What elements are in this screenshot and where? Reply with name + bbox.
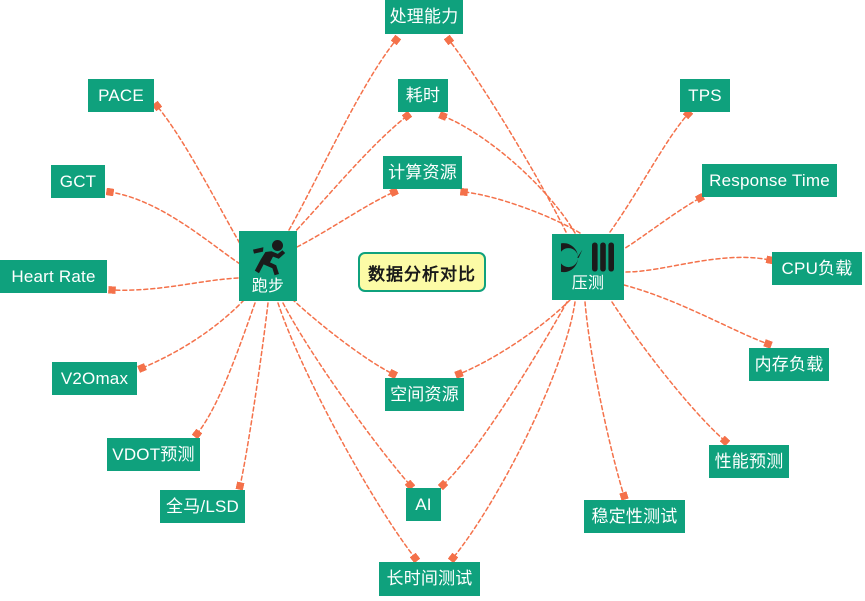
leaf-label-response-time: Response Time <box>709 170 830 190</box>
edge-running-to-throughput <box>288 34 402 231</box>
edge-stress-to-compute-res <box>459 187 581 234</box>
edge-paths <box>105 34 775 564</box>
leaf-label-heart-rate: Heart Rate <box>11 266 96 286</box>
leaf-node-long-run-test[interactable]: 长时间测试 <box>379 562 480 596</box>
center-title-box: 数据分析对比 <box>358 252 486 292</box>
hub-label-stress: 压测 <box>571 275 605 292</box>
leaf-node-marathon-lsd[interactable]: 全马/LSD <box>160 490 245 523</box>
leaf-node-cpu-load[interactable]: CPU负载 <box>772 252 862 285</box>
center-title-label: 数据分析对比 <box>368 264 476 284</box>
edge-running-to-vdot <box>191 302 256 440</box>
leaf-label-gct: GCT <box>59 171 97 191</box>
edge-stress-to-cpu-load <box>625 255 775 273</box>
leaf-node-perf-forecast[interactable]: 性能预测 <box>709 445 789 478</box>
running-person-icon <box>253 240 286 276</box>
leaf-node-vdot[interactable]: VDOT预测 <box>107 438 200 471</box>
leaf-label-pace: PACE <box>98 85 144 105</box>
hub-node-stress[interactable]: 压测 <box>552 234 624 300</box>
edge-running-to-compute-res <box>296 187 399 248</box>
leaf-label-stability-test: 稳定性测试 <box>591 506 678 526</box>
leaf-node-v2omax[interactable]: V2Omax <box>52 362 137 395</box>
leaf-label-vdot: VDOT预测 <box>112 444 195 464</box>
edge-running-to-long-run-test <box>277 302 421 564</box>
leaf-node-gct[interactable]: GCT <box>51 165 105 198</box>
leaf-node-space-res[interactable]: 空间资源 <box>385 378 464 411</box>
leaf-node-elapsed[interactable]: 耗时 <box>398 79 448 112</box>
leaf-node-throughput[interactable]: 处理能力 <box>385 0 463 34</box>
edge-stress-to-memory-load <box>623 284 773 349</box>
leaf-node-response-time[interactable]: Response Time <box>702 164 837 197</box>
gauge-meter-icon <box>561 242 614 273</box>
leaf-label-perf-forecast: 性能预测 <box>714 451 784 471</box>
leaf-node-heart-rate[interactable]: Heart Rate <box>0 260 107 293</box>
leaf-node-ai[interactable]: AI <box>406 488 441 521</box>
hub-label-running: 跑步 <box>251 278 285 295</box>
mindmap-canvas: 跑步 压测 PACE GCT Heart Rate V2Omax VDOT预测全马/LSD 处… <box>0 0 865 601</box>
edge-stress-to-elapsed <box>438 111 576 234</box>
leaf-node-pace[interactable]: PACE <box>88 79 154 112</box>
edge-running-to-heart-rate <box>108 277 239 294</box>
edge-running-to-gct <box>105 187 241 265</box>
edge-stress-to-perf-forecast <box>611 301 731 447</box>
edge-running-to-space-res <box>291 298 399 380</box>
leaf-node-compute-res[interactable]: 计算资源 <box>383 156 462 189</box>
leaf-label-cpu-load: CPU负载 <box>781 258 853 278</box>
hub-node-running[interactable]: 跑步 <box>239 231 297 301</box>
edge-running-to-v2omax <box>137 299 245 373</box>
edge-running-to-pace <box>151 100 244 250</box>
leaf-label-ai: AI <box>415 494 432 514</box>
edge-stress-to-space-res <box>454 299 571 379</box>
leaf-label-long-run-test: 长时间测试 <box>386 569 473 588</box>
edge-stress-to-tps <box>609 108 694 233</box>
leaf-label-memory-load: 内存负载 <box>754 354 824 374</box>
edge-running-to-marathon-lsd <box>235 302 269 491</box>
leaf-label-space-res: 空间资源 <box>390 384 459 404</box>
leaf-label-elapsed: 耗时 <box>405 85 441 105</box>
leaf-node-stability-test[interactable]: 稳定性测试 <box>584 500 685 533</box>
leaf-node-memory-load[interactable]: 内存负载 <box>749 348 829 381</box>
edge-stress-to-throughput <box>443 34 567 233</box>
leaf-label-compute-res: 计算资源 <box>388 162 457 182</box>
edge-stress-to-response-time <box>613 192 706 256</box>
leaf-label-v2omax: V2Omax <box>60 368 129 388</box>
leaf-label-throughput: 处理能力 <box>389 7 459 26</box>
leaf-label-tps: TPS <box>688 85 722 105</box>
leaf-node-tps[interactable]: TPS <box>680 79 730 112</box>
edge-stress-to-long-run-test <box>447 301 576 564</box>
edge-stress-to-stability-test <box>584 301 629 501</box>
leaf-label-marathon-lsd: 全马/LSD <box>166 496 239 516</box>
